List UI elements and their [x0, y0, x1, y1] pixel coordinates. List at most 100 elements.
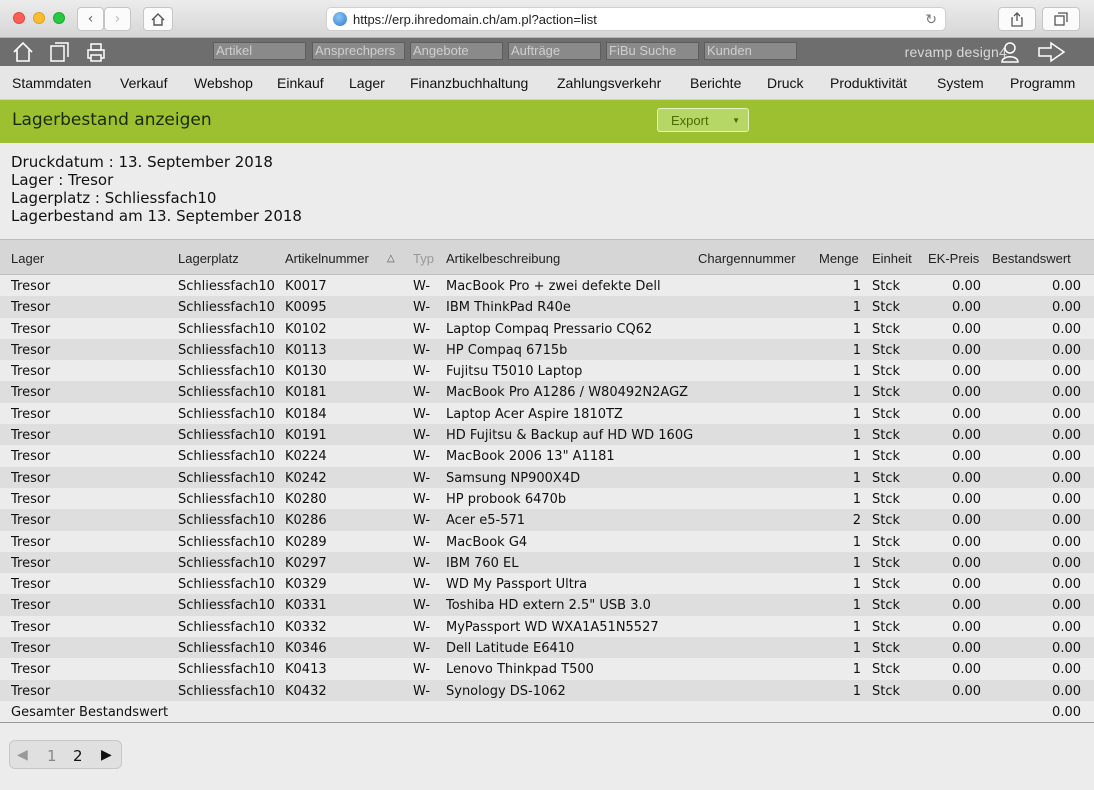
- cell-bestandswert: 0.00: [1052, 342, 1081, 358]
- table-row[interactable]: Tresor Schliessfach10 K0413 W- Lenovo Thinkp…: [0, 658, 1094, 680]
- cell-artikelnummer: K0191: [285, 428, 327, 444]
- cell-ek-preis: 0.00: [952, 534, 981, 550]
- quicksearch-kunden[interactable]: Kunden: [704, 42, 797, 60]
- menu-produktivitaet[interactable]: Produktivität: [830, 75, 907, 91]
- cell-artikelbeschreibung: MacBook G4: [446, 534, 528, 550]
- col-ek-preis[interactable]: EK-Preis: [928, 251, 979, 266]
- col-menge[interactable]: Menge: [819, 251, 859, 266]
- minimize-window-button[interactable]: [33, 12, 45, 24]
- menu-system[interactable]: System: [937, 75, 984, 91]
- cell-typ: W-: [413, 683, 431, 699]
- cell-lager: Tresor: [11, 321, 51, 337]
- menu-berichte[interactable]: Berichte: [690, 75, 741, 91]
- table-row[interactable]: Tresor Schliessfach10 K0181 W- MacBook Pro A…: [0, 381, 1094, 403]
- col-einheit[interactable]: Einheit: [872, 251, 912, 266]
- table-row[interactable]: Tresor Schliessfach10 K0286 W- Acer e5-571 2 S…: [0, 509, 1094, 531]
- home-icon[interactable]: [12, 41, 34, 69]
- quicksearch-ansprechpersonen[interactable]: Ansprechpers: [312, 42, 405, 60]
- sort-ascending-icon[interactable]: △: [387, 253, 395, 264]
- cell-menge: 1: [852, 662, 861, 678]
- col-lager[interactable]: Lager: [11, 251, 44, 266]
- menu-stammdaten[interactable]: Stammdaten: [12, 75, 91, 91]
- col-chargennummer[interactable]: Chargennummer: [698, 251, 796, 266]
- page-link-1[interactable]: 1: [47, 747, 57, 765]
- next-page-icon[interactable]: ▶: [101, 747, 112, 763]
- table-row[interactable]: Tresor Schliessfach10 K0184 W- Laptop Acer A…: [0, 402, 1094, 425]
- quicksearch-auftraege[interactable]: Aufträge: [508, 42, 601, 60]
- cell-bestandswert: 0.00: [1052, 619, 1081, 635]
- quicksearch-angebote[interactable]: Angebote: [410, 42, 503, 60]
- cell-menge: 1: [852, 534, 861, 550]
- cell-bestandswert: 0.00: [1052, 385, 1081, 401]
- menu-finanzbuchhaltung[interactable]: Finanzbuchhaltung: [410, 75, 528, 91]
- cell-einheit: Stck: [872, 662, 901, 678]
- table-row[interactable]: Tresor Schliessfach10 K0280 W- HP probook 64…: [0, 487, 1094, 510]
- printer-icon[interactable]: [85, 41, 107, 69]
- col-artikelbeschreibung[interactable]: Artikelbeschreibung: [446, 251, 560, 266]
- reload-icon[interactable]: ↻: [925, 11, 937, 28]
- table-row[interactable]: Tresor Schliessfach10 K0224 W- MacBook 2006 …: [0, 445, 1094, 467]
- export-dropdown-button[interactable]: Export ▼: [657, 108, 749, 132]
- address-bar[interactable]: https://erp.ihredomain.ch/am.pl?action=l…: [326, 7, 946, 31]
- col-bestandswert[interactable]: Bestandswert: [992, 251, 1071, 266]
- cell-lager: Tresor: [11, 364, 51, 380]
- main-menu: Stammdaten Verkauf Webshop Einkauf Lager…: [0, 66, 1094, 100]
- page-link-2-current[interactable]: 2: [73, 747, 83, 765]
- home-button[interactable]: [143, 7, 173, 31]
- cell-einheit: Stck: [872, 491, 901, 507]
- windows-icon[interactable]: [49, 41, 71, 69]
- cell-lager: Tresor: [11, 683, 51, 699]
- cell-artikelbeschreibung: HD Fujitsu & Backup auf HD WD 160G: [446, 428, 694, 444]
- table-row[interactable]: Tresor Schliessfach10 K0332 W- MyPassport WD…: [0, 615, 1094, 638]
- erp-topbar: Artikel Ansprechpers Angebote Aufträge F…: [0, 38, 1094, 66]
- cell-lager: Tresor: [11, 406, 51, 422]
- table-row[interactable]: Tresor Schliessfach10 K0346 W- Dell Latitude…: [0, 637, 1094, 659]
- forward-button[interactable]: ›: [104, 7, 131, 31]
- cell-artikelnummer: K0331: [285, 598, 327, 614]
- menu-einkauf[interactable]: Einkauf: [277, 75, 324, 91]
- cell-artikelnummer: K0329: [285, 577, 327, 593]
- close-window-button[interactable]: [13, 12, 25, 24]
- prev-page-icon[interactable]: ◀: [17, 747, 28, 763]
- cell-menge: 1: [852, 577, 861, 593]
- menu-druck[interactable]: Druck: [767, 75, 804, 91]
- cell-bestandswert: 0.00: [1052, 641, 1081, 657]
- table-row[interactable]: Tresor Schliessfach10 K0095 W- IBM ThinkPad …: [0, 296, 1094, 318]
- menu-verkauf[interactable]: Verkauf: [120, 75, 167, 91]
- table-row[interactable]: Tresor Schliessfach10 K0113 W- HP Compaq 671…: [0, 338, 1094, 361]
- url-text: https://erp.ihredomain.ch/am.pl?action=l…: [353, 11, 597, 27]
- cell-lagerplatz: Schliessfach10: [178, 662, 275, 678]
- menu-lager[interactable]: Lager: [349, 75, 385, 91]
- col-typ[interactable]: Typ: [413, 251, 434, 266]
- tabs-button[interactable]: [1042, 7, 1080, 31]
- quicksearch-artikel[interactable]: Artikel: [213, 42, 306, 60]
- table-row[interactable]: Tresor Schliessfach10 K0329 W- WD My Passpor…: [0, 573, 1094, 595]
- cell-bestandswert: 0.00: [1052, 534, 1081, 550]
- quicksearch-fibu[interactable]: FiBu Suche: [606, 42, 699, 60]
- table-row[interactable]: Tresor Schliessfach10 K0297 W- IBM 760 EL 1 St…: [0, 551, 1094, 574]
- cell-artikelbeschreibung: Toshiba HD extern 2.5" USB 3.0: [446, 598, 651, 614]
- table-row[interactable]: Tresor Schliessfach10 K0331 W- Toshiba HD ex…: [0, 594, 1094, 616]
- table-row[interactable]: Tresor Schliessfach10 K0242 W- Samsung NP900…: [0, 466, 1094, 488]
- table-row[interactable]: Tresor Schliessfach10 K0130 W- Fujitsu T5010…: [0, 360, 1094, 382]
- user-icon[interactable]: [1000, 41, 1020, 69]
- col-lagerplatz[interactable]: Lagerplatz: [178, 251, 239, 266]
- cell-bestandswert: 0.00: [1052, 470, 1081, 486]
- cell-einheit: Stck: [872, 577, 901, 593]
- table-row[interactable]: Tresor Schliessfach10 K0289 W- MacBook G4 1 St…: [0, 530, 1094, 552]
- cell-ek-preis: 0.00: [952, 513, 981, 529]
- menu-webshop[interactable]: Webshop: [194, 75, 253, 91]
- share-button[interactable]: [998, 7, 1036, 31]
- cell-ek-preis: 0.00: [952, 279, 981, 294]
- table-row[interactable]: Tresor Schliessfach10 K0102 W- Laptop Compaq…: [0, 317, 1094, 339]
- logout-icon[interactable]: [1037, 41, 1067, 69]
- cell-artikelbeschreibung: Dell Latitude E6410: [446, 641, 575, 657]
- zoom-window-button[interactable]: [53, 12, 65, 24]
- table-row[interactable]: Tresor Schliessfach10 K0432 W- Synology DS-1…: [0, 679, 1094, 701]
- table-row[interactable]: Tresor Schliessfach10 K0017 W- MacBook Pro +…: [0, 275, 1094, 297]
- menu-zahlungsverkehr[interactable]: Zahlungsverkehr: [557, 75, 661, 91]
- table-row[interactable]: Tresor Schliessfach10 K0191 W- HD Fujitsu & …: [0, 424, 1094, 446]
- back-button[interactable]: ‹: [77, 7, 104, 31]
- col-artikelnummer[interactable]: Artikelnummer: [285, 251, 369, 266]
- menu-programm[interactable]: Programm: [1010, 75, 1075, 91]
